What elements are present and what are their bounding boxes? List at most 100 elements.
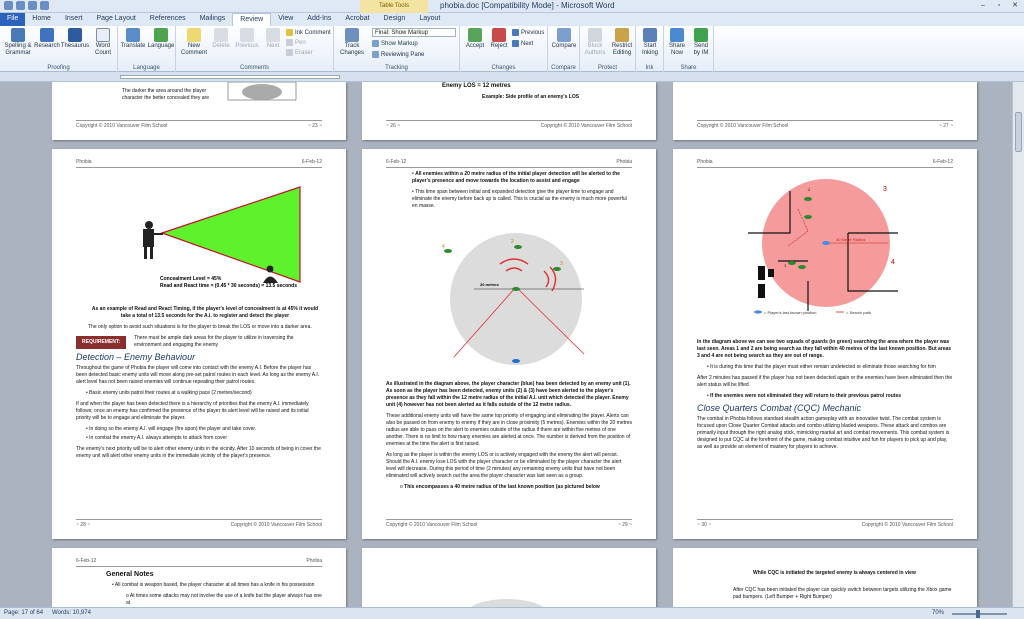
- horizontal-ruler[interactable]: [0, 72, 1024, 82]
- compare-icon: [557, 28, 571, 42]
- title-bar: Table Tools phobia.doc [Compatibility Mo…: [0, 0, 1024, 13]
- eraser-button[interactable]: Eraser: [286, 49, 313, 56]
- accept-button[interactable]: Accept: [463, 28, 487, 50]
- section-heading: Close Quarters Combat (CQC) Mechanic: [697, 403, 862, 413]
- accept-icon: [468, 28, 482, 42]
- compare-button[interactable]: Compare: [550, 28, 578, 50]
- vertical-scrollbar[interactable]: [1012, 82, 1024, 607]
- page-28[interactable]: Phobia 6-Feb-12 Concealment Level = 45% …: [52, 149, 346, 539]
- send-by-im-button[interactable]: Send by IM: [689, 28, 713, 57]
- spelling-grammar-button[interactable]: Spelling & Grammar: [3, 28, 33, 57]
- minimize-button[interactable]: –: [976, 1, 990, 10]
- block-authors-icon: [588, 28, 602, 42]
- maximize-button[interactable]: ▫: [992, 1, 1006, 10]
- los-cone-figure: Concealment Level = 45% Read and React t…: [143, 186, 301, 289]
- tab-layout[interactable]: Layout: [412, 13, 447, 26]
- zoom-slider-knob[interactable]: [976, 610, 980, 618]
- page-29-para2: These additional enemy units will have t…: [386, 413, 632, 447]
- page-29-bullet2: • This time span between initial and exp…: [412, 189, 627, 209]
- page-31-bullet1: • All combat is weapon based, the player…: [112, 582, 315, 588]
- scrollbar-thumb[interactable]: [1015, 112, 1022, 152]
- block-authors-button[interactable]: Block Authors: [582, 28, 608, 57]
- general-notes-heading: General Notes: [106, 571, 154, 578]
- zoom-level[interactable]: 70%: [932, 610, 944, 616]
- ink-comment-button[interactable]: Ink Comment: [286, 29, 331, 36]
- page-27[interactable]: Copyright © 2010 Vancouver Film School ~…: [673, 82, 977, 140]
- word-count[interactable]: Words: 10,974: [52, 610, 91, 616]
- ribbon-tabs: File Home Insert Page Layout References …: [0, 13, 1024, 26]
- page-30[interactable]: Phobia 6-Feb-12 40 Metre Radius 3 4 2 1 …: [673, 149, 977, 539]
- language-button[interactable]: Language: [147, 28, 175, 50]
- page-23-line1: The darker the area around the player: [122, 88, 207, 94]
- previous-comment-button[interactable]: Previous: [233, 28, 261, 50]
- translate-button[interactable]: Translate: [119, 28, 147, 50]
- track-changes-icon: [345, 28, 359, 42]
- status-bar: Page: 17 of 64 Words: 10,974 70%: [0, 607, 1024, 619]
- page-23[interactable]: The darker the area around the player ch…: [52, 82, 346, 140]
- track-changes-button[interactable]: Track Changes: [337, 28, 367, 57]
- radius-label: 20 metres: [480, 282, 499, 287]
- page-33[interactable]: While CQC is initiated the targeted enem…: [673, 548, 977, 607]
- document-workspace[interactable]: The darker the area around the player ch…: [0, 82, 1012, 607]
- tab-references[interactable]: References: [143, 13, 193, 26]
- svg-text:2: 2: [511, 239, 514, 245]
- thesaurus-icon: [68, 28, 82, 42]
- footer-page-number: ~ 27 ~: [938, 123, 953, 129]
- new-comment-button[interactable]: New Comment: [179, 28, 209, 57]
- show-markup-button[interactable]: Show Markup: [372, 40, 418, 47]
- page-29[interactable]: 6-Feb-12 Phobia • All enemies within a 2…: [362, 149, 656, 539]
- undo-icon[interactable]: [28, 1, 37, 10]
- page-31[interactable]: 6-Feb-12 Phobia General Notes • All comb…: [52, 548, 346, 607]
- delete-comment-button[interactable]: Delete: [210, 28, 232, 50]
- pen-button[interactable]: Pen: [286, 39, 306, 46]
- reviewing-pane-icon: [372, 51, 379, 58]
- page-32[interactable]: [362, 548, 656, 607]
- tab-add-ins[interactable]: Add-Ins: [300, 13, 338, 26]
- group-ink: Start Inking Ink: [636, 26, 664, 72]
- page-33-line1: While CQC is initiated the targeted enem…: [753, 570, 916, 576]
- start-inking-button[interactable]: Start Inking: [637, 28, 663, 57]
- group-changes: Accept Reject Previous Next Changes: [460, 26, 548, 72]
- next-comment-button[interactable]: Next: [262, 28, 284, 50]
- save-icon[interactable]: [16, 1, 25, 10]
- page-28-bullet2: • In doing so the enemy A.I. will engage…: [86, 426, 257, 432]
- research-icon: [40, 28, 54, 42]
- display-for-review-select[interactable]: Final: Show Markup: [372, 28, 456, 37]
- research-button[interactable]: Research: [34, 28, 60, 50]
- next-change-button[interactable]: Next: [512, 40, 533, 47]
- tab-home[interactable]: Home: [25, 13, 58, 26]
- tab-review[interactable]: Review: [232, 13, 272, 26]
- previous-change-button[interactable]: Previous: [512, 29, 544, 36]
- page-count[interactable]: Page: 17 of 64: [4, 610, 43, 616]
- ruler-track: [120, 75, 340, 79]
- reject-button[interactable]: Reject: [488, 28, 510, 50]
- footer-page-number: ~ 30 ~: [697, 522, 712, 528]
- tab-acrobat[interactable]: Acrobat: [338, 13, 376, 26]
- tab-mailings[interactable]: Mailings: [193, 13, 233, 26]
- word-app-icon[interactable]: [4, 1, 13, 10]
- word-count-button[interactable]: Word Count: [91, 28, 115, 57]
- pen-icon: [286, 39, 293, 46]
- close-button[interactable]: ✕: [1008, 1, 1022, 10]
- header-date: 6-Feb-12: [932, 159, 953, 165]
- tab-view[interactable]: View: [271, 13, 300, 26]
- svg-text:3: 3: [560, 261, 563, 267]
- share-now-button[interactable]: Share Now: [665, 28, 689, 57]
- tab-file[interactable]: File: [0, 13, 26, 26]
- tab-insert[interactable]: Insert: [58, 13, 90, 26]
- restrict-editing-button[interactable]: Restrict Editing: [609, 28, 635, 57]
- footer-copyright: Copyright © 2010 Vancouver Film School: [76, 123, 168, 129]
- reviewing-pane-button[interactable]: Reviewing Pane: [372, 51, 424, 58]
- footer-page-number: ~ 26 ~: [386, 123, 401, 129]
- group-label: Protect: [597, 65, 617, 71]
- group-language: Translate Language Language: [118, 26, 176, 72]
- page-28-bullet3: • In combat the enemy A.I. always attemp…: [86, 435, 227, 441]
- page-30-bullet2: • If the enemies were not eliminated the…: [707, 393, 902, 399]
- page-26[interactable]: Enemy LOS = 12 metres Example: Side prof…: [362, 82, 656, 140]
- group-label: Comments: [239, 65, 269, 71]
- redo-icon[interactable]: [40, 1, 49, 10]
- tab-design[interactable]: Design: [377, 13, 413, 26]
- show-markup-icon: [372, 40, 379, 47]
- thesaurus-button[interactable]: Thesaurus: [60, 28, 90, 50]
- tab-page-layout[interactable]: Page Layout: [89, 13, 142, 26]
